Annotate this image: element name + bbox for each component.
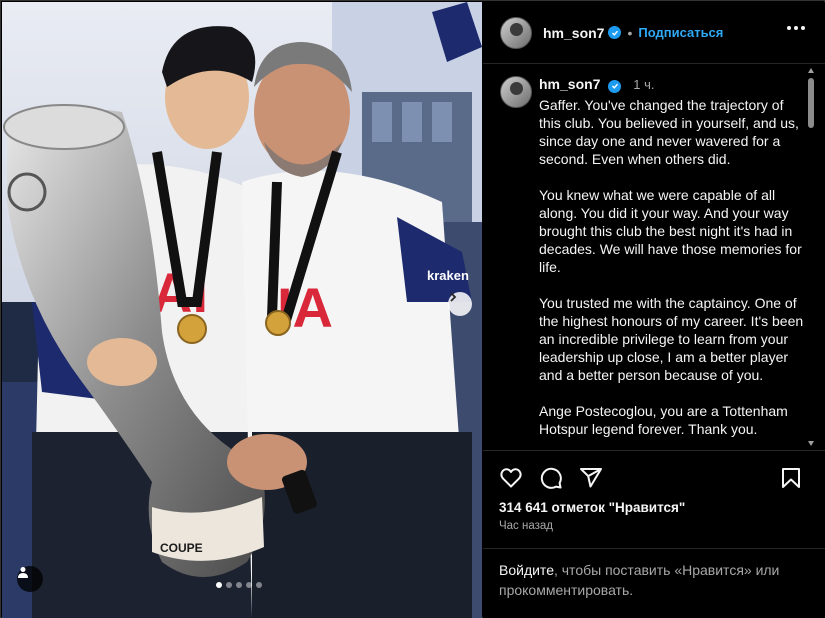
post-timestamp[interactable]: Час назад: [499, 520, 553, 532]
chevron-right-icon: [450, 292, 457, 302]
carousel-dot: [256, 582, 262, 588]
caption-username[interactable]: hm_son7: [539, 76, 600, 92]
verified-badge-icon: [608, 26, 622, 39]
trophy-band: COUPE: [160, 541, 203, 555]
next-slide-button[interactable]: [448, 292, 472, 316]
verified-badge-icon: [608, 79, 622, 93]
author-username[interactable]: hm_son7: [543, 25, 604, 41]
carousel-dot: [246, 582, 252, 588]
post-header: hm_son7 • Подписаться: [483, 2, 825, 64]
tagged-users-button[interactable]: [17, 566, 43, 592]
medal-right: [265, 310, 291, 336]
post-details-panel: hm_son7 • Подписаться hm_son7 1 ч. Gaffe…: [483, 2, 825, 618]
avatar[interactable]: [500, 76, 532, 108]
bookmark-icon[interactable]: [779, 466, 803, 490]
follow-button[interactable]: Подписаться: [638, 25, 723, 40]
header-separator: •: [627, 24, 633, 41]
carousel-indicator: [216, 582, 262, 588]
heart-icon[interactable]: [499, 466, 523, 490]
login-link[interactable]: Войдите: [499, 562, 554, 578]
sleeve-sponsor: kraken: [427, 268, 469, 283]
avatar[interactable]: [500, 16, 532, 49]
share-icon[interactable]: [579, 466, 603, 490]
caption-time[interactable]: 1 ч.: [633, 77, 654, 92]
login-prompt: Войдите, чтобы поставить «Нравится» или …: [483, 548, 825, 618]
scroll-up-arrow-icon[interactable]: [808, 68, 814, 73]
likes-count[interactable]: 314 641 отметок "Нравится": [499, 500, 685, 515]
post-actions: 314 641 отметок "Нравится" Час назад: [483, 450, 825, 548]
scrollbar-thumb[interactable]: [808, 78, 814, 128]
carousel-dot: [226, 582, 232, 588]
login-prompt-text: Войдите, чтобы поставить «Нравится» или …: [499, 560, 799, 600]
instagram-post-modal: AI IA kraken COUPE hm_son7 • Подписаться…: [0, 0, 825, 618]
comment-icon[interactable]: [539, 466, 563, 490]
caption-text: Gaffer. You've changed the trajectory of…: [539, 97, 804, 437]
caption-header: hm_son7 1 ч.: [539, 76, 654, 93]
user-icon: [18, 567, 28, 578]
comments-section: hm_son7 1 ч. Gaffer. You've changed the …: [483, 64, 825, 450]
more-options-icon[interactable]: [787, 26, 805, 30]
carousel-dot: [216, 582, 222, 588]
scroll-down-arrow-icon[interactable]: [808, 441, 814, 446]
carousel-dot: [236, 582, 242, 588]
post-photo: AI IA kraken COUPE: [2, 2, 482, 618]
scrollbar[interactable]: [805, 64, 817, 450]
post-image[interactable]: AI IA kraken COUPE: [2, 2, 482, 618]
medal-left: [177, 314, 207, 344]
